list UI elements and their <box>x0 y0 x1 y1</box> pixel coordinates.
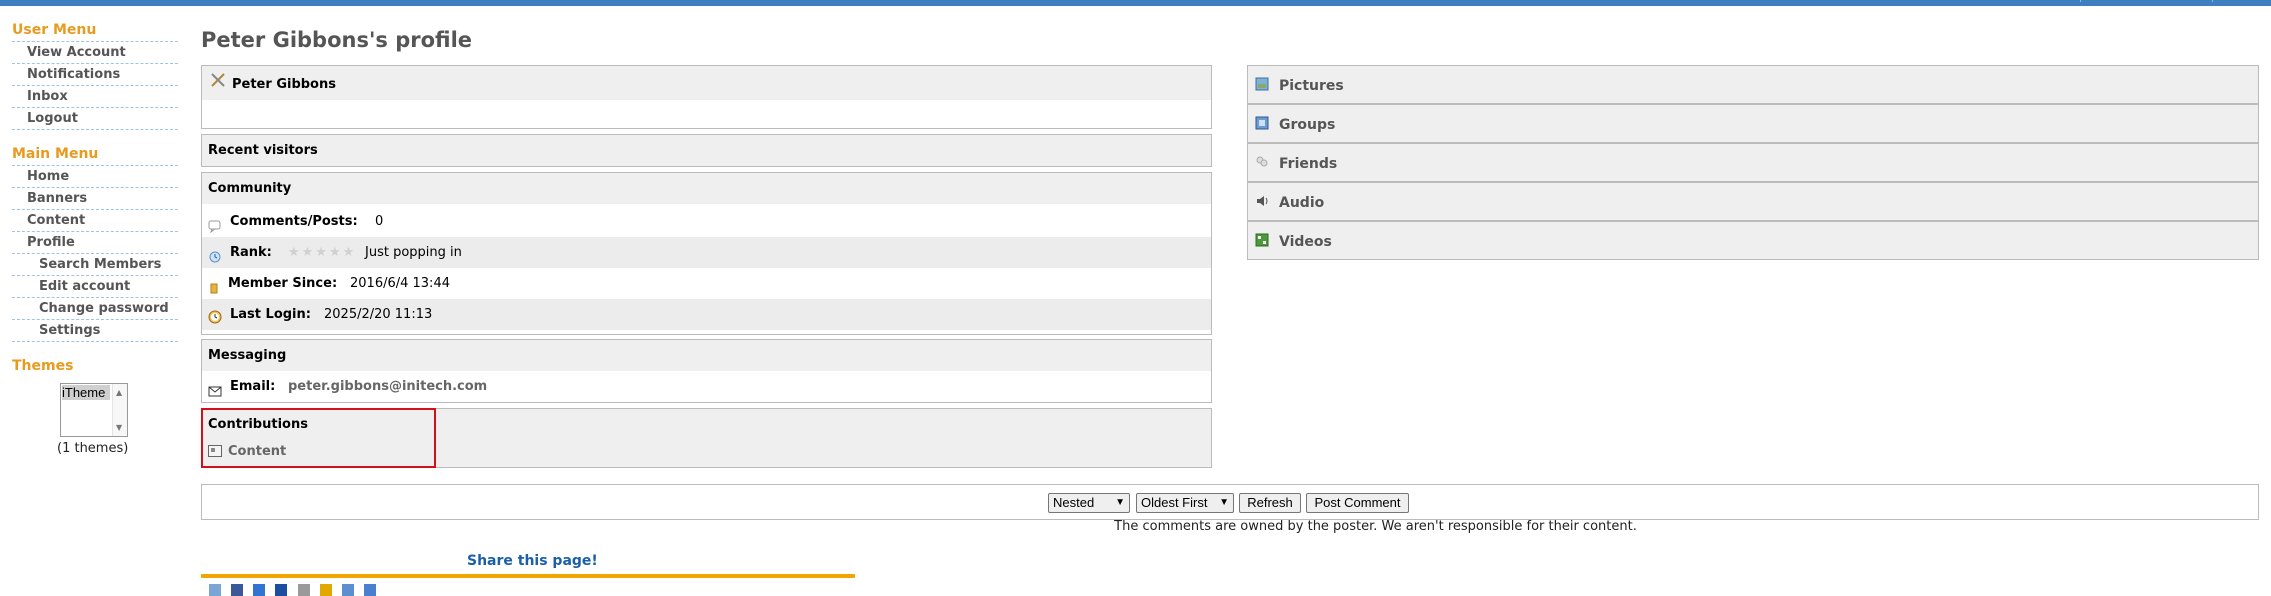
clock-icon <box>208 307 222 324</box>
rank-label: Rank: <box>230 245 272 260</box>
chevron-down-icon[interactable]: ▼ <box>1115 494 1125 512</box>
digg-icon[interactable] <box>319 584 332 596</box>
comments-posts-label: Comments/Posts: <box>230 214 358 229</box>
theme-scrollbar[interactable]: ▲ ▼ <box>112 384 127 436</box>
scroll-down-icon[interactable]: ▼ <box>116 423 122 432</box>
share-title: Share this page! <box>467 553 598 569</box>
user-tools-icon <box>210 72 226 88</box>
menu-item-search-members[interactable]: Search Members <box>12 254 178 276</box>
comment-order-select[interactable]: Oldest First ▼ <box>1136 493 1234 513</box>
user-menu-title: User Menu <box>12 20 178 42</box>
menu-item-logout[interactable]: Logout <box>12 108 178 130</box>
last-login-label: Last Login: <box>230 307 311 322</box>
main-menu-title: Main Menu <box>12 144 178 166</box>
pictures-panel[interactable]: Pictures <box>1247 65 2259 104</box>
last-login-value: 2025/2/20 11:13 <box>324 307 433 322</box>
profile-name-header: Peter Gibbons <box>202 66 1211 100</box>
facebook-icon[interactable] <box>231 584 244 596</box>
scroll-up-icon[interactable]: ▲ <box>116 388 122 397</box>
recent-visitors-box: Recent visitors <box>201 134 1212 167</box>
comment-mode-select[interactable]: Nested ▼ <box>1048 493 1130 513</box>
menu-item-banners[interactable]: Banners <box>12 188 178 210</box>
grid-icon[interactable] <box>363 584 376 596</box>
community-title: Community <box>202 173 1211 204</box>
theme-option[interactable]: iTheme <box>62 385 110 400</box>
themes-title: Themes <box>12 358 74 374</box>
pictures-label[interactable]: Pictures <box>1279 78 1344 94</box>
envelope-icon <box>208 379 222 397</box>
email-label: Email: <box>230 379 276 394</box>
menu-item-inbox[interactable]: Inbox <box>12 86 178 108</box>
top-bar-divider <box>2080 0 2081 2</box>
themes-count: (1 themes) <box>57 441 129 456</box>
member-since-label: Member Since: <box>228 276 338 291</box>
contributions-highlight <box>201 408 436 468</box>
messaging-box: Messaging Email: peter.gibbons@initech.c… <box>201 339 1212 403</box>
share-divider <box>201 574 855 578</box>
page-title: Peter Gibbons's profile <box>201 28 473 52</box>
chevron-down-icon[interactable]: ▼ <box>1219 494 1229 512</box>
community-box: Community Comments/Posts: 0 Rank: ★★★★★ … <box>201 172 1212 335</box>
email-row: Email: peter.gibbons@initech.com <box>202 371 1211 402</box>
comments-posts-value: 0 <box>375 214 384 229</box>
last-login-row: Last Login: 2025/2/20 11:13 <box>202 299 1211 330</box>
delicious-icon[interactable] <box>253 584 266 596</box>
menu-item-profile[interactable]: Profile <box>12 232 178 254</box>
profile-name: Peter Gibbons <box>232 77 336 92</box>
groups-icon <box>1255 116 1269 130</box>
top-bar-divider <box>2212 0 2213 2</box>
comments-icon <box>208 214 222 234</box>
top-bar <box>0 0 2271 6</box>
member-since-value: 2016/6/4 13:44 <box>350 276 450 291</box>
menu-item-edit-account[interactable]: Edit account <box>12 276 178 298</box>
menu-item-view-account[interactable]: View Account <box>12 42 178 64</box>
rank-icon <box>208 245 222 263</box>
email-link[interactable]: peter.gibbons@initech.com <box>288 371 487 402</box>
comments-controls: Nested ▼ Oldest First ▼ Refresh Post Comme… <box>201 484 2259 520</box>
rank-value: Just popping in <box>365 245 462 260</box>
menu-item-notifications[interactable]: Notifications <box>12 64 178 86</box>
left-sidebar: User Menu View Account Notifications Inb… <box>12 20 178 456</box>
menu-item-content[interactable]: Content <box>12 210 178 232</box>
recent-visitors-title: Recent visitors <box>202 135 1211 166</box>
post-comment-button[interactable]: Post Comment <box>1306 493 1409 513</box>
videos-panel[interactable]: Videos <box>1247 221 2259 260</box>
videos-label[interactable]: Videos <box>1279 234 1332 250</box>
comments-disclaimer: The comments are owned by the poster. We… <box>1114 519 1637 534</box>
groups-label[interactable]: Groups <box>1279 117 1335 133</box>
theme-select[interactable]: iTheme ▲ ▼ <box>60 383 128 437</box>
square-icon[interactable] <box>341 584 354 596</box>
member-since-icon <box>208 276 222 294</box>
comment-mode-value[interactable]: Nested <box>1053 495 1094 510</box>
profile-name-box: Peter Gibbons <box>201 65 1212 129</box>
menu-item-settings[interactable]: Settings <box>12 320 178 342</box>
groups-panel[interactable]: Groups <box>1247 104 2259 143</box>
friends-label[interactable]: Friends <box>1279 156 1337 172</box>
comment-order-value[interactable]: Oldest First <box>1141 495 1207 510</box>
audio-label[interactable]: Audio <box>1279 195 1324 211</box>
share-icons <box>209 584 382 596</box>
friends-panel[interactable]: Friends <box>1247 143 2259 182</box>
rank-row: Rank: ★★★★★ Just popping in <box>202 237 1211 268</box>
menu-item-home[interactable]: Home <box>12 166 178 188</box>
comments-posts-row: Comments/Posts: 0 <box>202 206 1211 237</box>
people-icon[interactable] <box>297 584 310 596</box>
bookmark-icon[interactable] <box>275 584 288 596</box>
audio-panel[interactable]: Audio <box>1247 182 2259 221</box>
videos-icon <box>1255 233 1269 247</box>
menu-item-change-password[interactable]: Change password <box>12 298 178 320</box>
pictures-icon <box>1255 77 1269 91</box>
rank-stars: ★★★★★ <box>288 245 357 260</box>
member-since-row: Member Since: 2016/6/4 13:44 <box>202 268 1211 299</box>
refresh-button[interactable]: Refresh <box>1239 493 1301 513</box>
share-arrow-icon[interactable] <box>209 584 221 596</box>
messaging-title: Messaging <box>202 340 1211 371</box>
friends-icon <box>1255 155 1269 169</box>
audio-icon <box>1255 194 1269 208</box>
